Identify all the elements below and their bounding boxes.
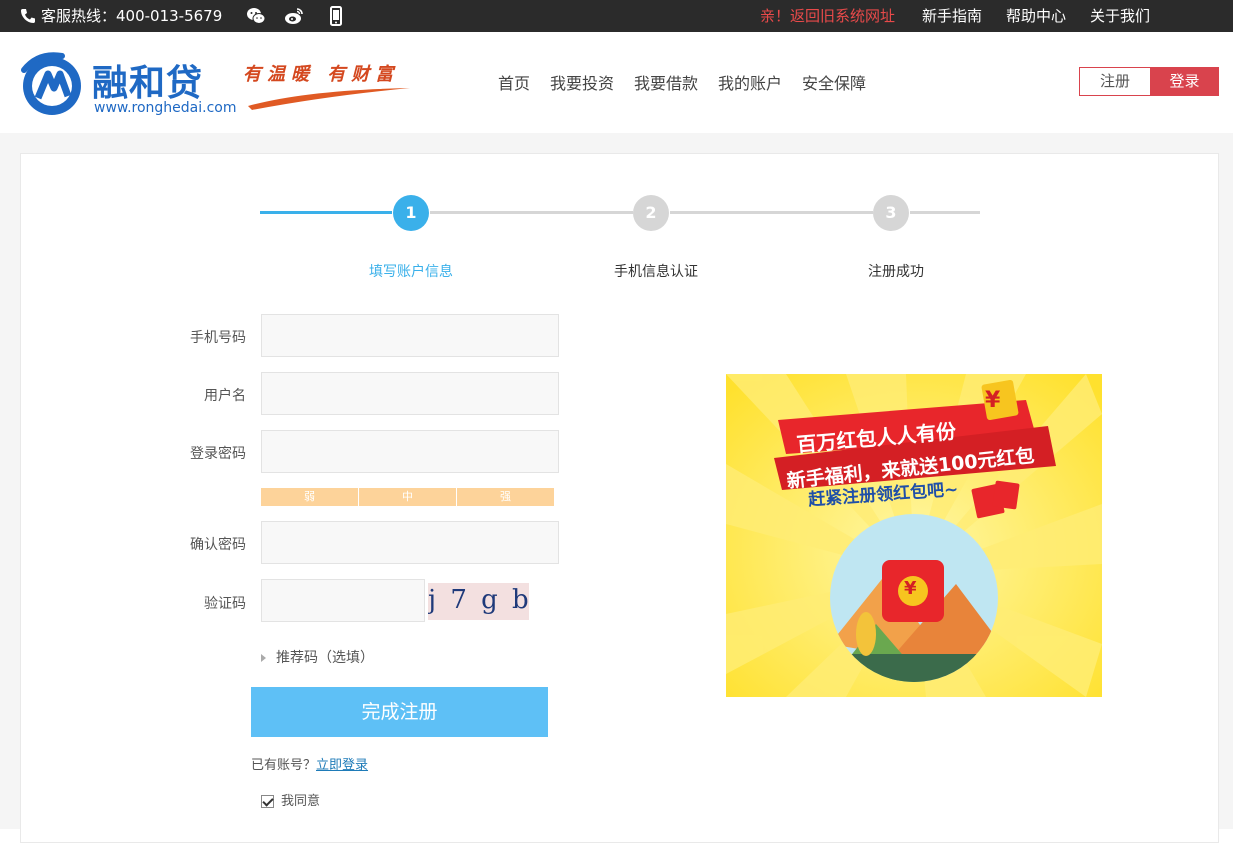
logo-url: www.ronghedai.com [94, 100, 237, 116]
weibo-icon[interactable] [284, 6, 304, 26]
yen-icon: ¥ [985, 388, 1001, 413]
phone-label: 手机号码 [190, 330, 246, 346]
password-input[interactable] [261, 430, 559, 473]
strength-weak: 弱 [261, 488, 359, 506]
phone-input[interactable] [261, 314, 559, 357]
confirm-password-label: 确认密码 [190, 537, 246, 553]
logo-mark-icon[interactable] [18, 50, 86, 118]
step-2-circle: 2 [633, 195, 669, 231]
step-1-label: 填写账户信息 [369, 264, 453, 280]
wechat-icon[interactable] [246, 6, 266, 26]
login-button[interactable]: 登录 [1150, 67, 1219, 96]
step-2-label: 手机信息认证 [614, 264, 698, 280]
strength-medium: 中 [359, 488, 457, 506]
agree-label: 我同意 [281, 794, 321, 809]
have-account-line: 已有账号？立即登录 [251, 754, 368, 773]
agree-row: 我同意 [261, 790, 320, 809]
step-1-circle: 1 [393, 195, 429, 231]
about-us-link[interactable]: 关于我们 [1090, 0, 1150, 32]
step-line [670, 211, 873, 214]
step-line [430, 211, 633, 214]
yen-coin-icon: ¥ [904, 578, 917, 599]
step-3-circle: 3 [873, 195, 909, 231]
promo-banner[interactable]: 百万红包人人有份 新手福利，来就送100元红包 赶紧注册领红包吧~ ¥ ¥ [726, 374, 1102, 697]
confirm-password-input[interactable] [261, 521, 559, 564]
mobile-icon[interactable] [326, 6, 346, 26]
username-input[interactable] [261, 372, 559, 415]
top-bar: 客服热线：400-013-5679 亲！返回旧系统网址 新手指南 帮助中心 关于… [0, 0, 1233, 32]
nav-security[interactable]: 安全保障 [802, 70, 866, 94]
step-3-label: 注册成功 [868, 264, 924, 280]
step-line-active [260, 211, 392, 214]
captcha-input[interactable] [261, 579, 425, 622]
slogan-swash [248, 88, 410, 110]
hotline-text: 客服热线：400-013-5679 [41, 7, 223, 25]
captcha-label: 验证码 [204, 596, 246, 612]
site-header: 融和贷 www.ronghedai.com 有温暖 有财富 首页 我要投资 我要… [0, 32, 1233, 133]
nav-invest[interactable]: 我要投资 [550, 70, 614, 94]
help-center-link[interactable]: 帮助中心 [1006, 0, 1066, 32]
have-account-text: 已有账号？ [251, 758, 317, 773]
step-line [910, 211, 980, 214]
captcha-image[interactable]: j 7 g b [428, 583, 529, 620]
nav-account[interactable]: 我的账户 [718, 70, 782, 94]
strength-strong: 强 [500, 490, 511, 503]
username-label: 用户名 [204, 388, 246, 404]
password-strength-meter: 弱 中 强 [261, 488, 554, 506]
register-button[interactable]: 注册 [1079, 67, 1151, 96]
phone-icon [21, 9, 35, 23]
nav-borrow[interactable]: 我要借款 [634, 70, 698, 94]
login-now-link[interactable]: 立即登录 [316, 758, 368, 773]
password-label: 登录密码 [190, 446, 246, 462]
referral-toggle[interactable]: 推荐码（选填） [261, 647, 374, 667]
return-old-system-link[interactable]: 亲！返回旧系统网址 [760, 0, 895, 32]
nav-home[interactable]: 首页 [498, 70, 530, 94]
newbie-guide-link[interactable]: 新手指南 [922, 0, 982, 32]
expand-triangle-icon [261, 654, 266, 662]
referral-label: 推荐码（选填） [276, 650, 374, 666]
agree-checkbox[interactable] [261, 795, 274, 808]
captcha-text: j 7 g b [428, 585, 529, 615]
complete-register-button[interactable]: 完成注册 [251, 687, 548, 737]
logo-text[interactable]: 融和贷 [92, 54, 203, 106]
